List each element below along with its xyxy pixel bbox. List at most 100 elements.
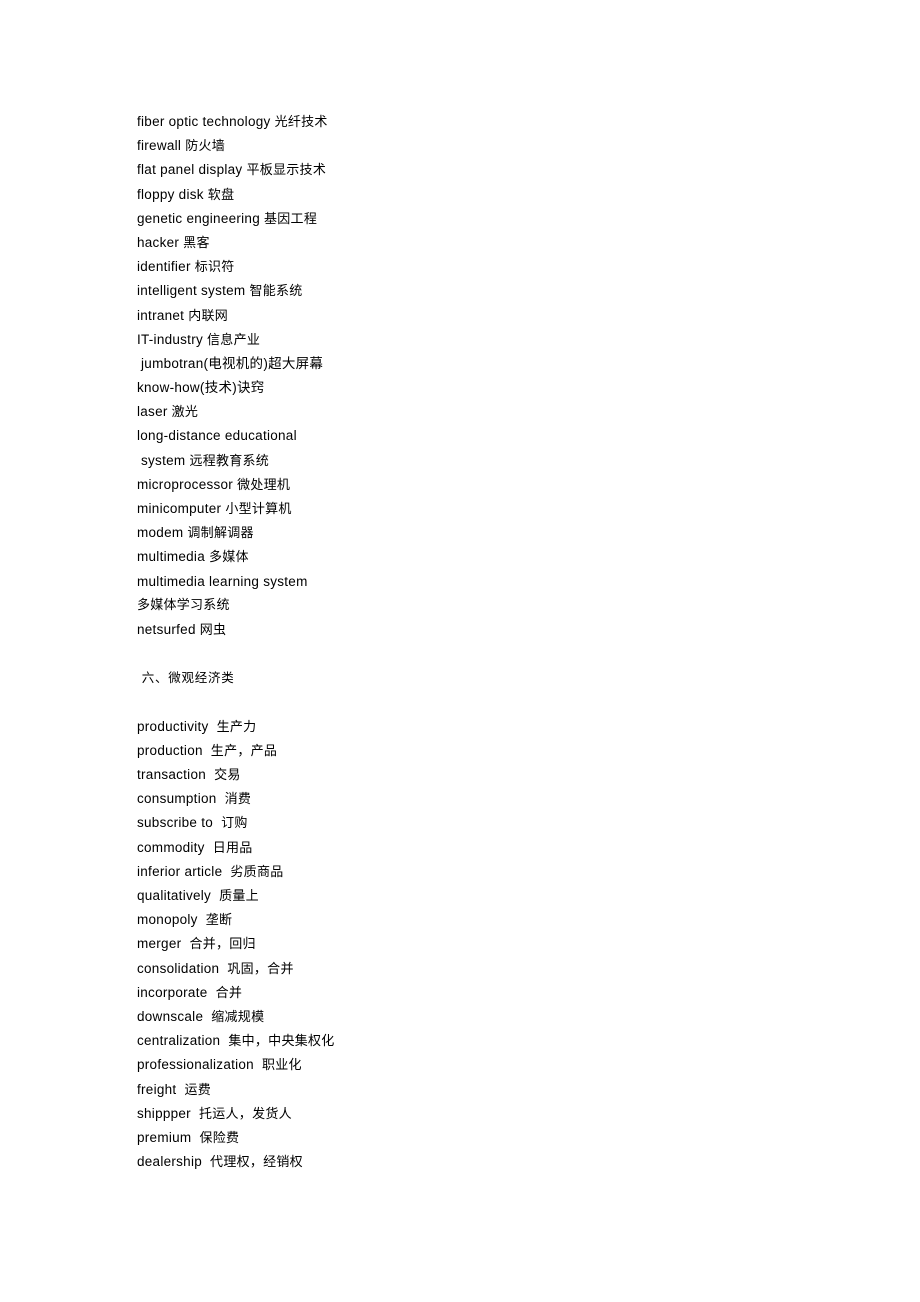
entry-gloss: 内联网 <box>188 308 229 324</box>
entry-term: firewall <box>137 138 182 154</box>
entry-term: multimedia <box>137 549 205 565</box>
vocabulary-entry: centralization 集中，中央集权化 <box>137 1029 777 1053</box>
entry-separator <box>217 791 225 806</box>
entry-gloss: 智能系统 <box>249 284 303 300</box>
entry-term: minicomputer <box>137 501 222 516</box>
entry-gloss: 保险费 <box>199 1130 240 1146</box>
entry-term: consolidation <box>137 960 220 976</box>
entry-gloss: 消费 <box>224 792 252 808</box>
entry-term: intelligent system <box>137 283 246 299</box>
vocabulary-entry: identifier 标识符 <box>137 255 777 279</box>
entry-gloss: 生产，产品 <box>210 743 278 759</box>
entry-separator <box>203 743 211 758</box>
vocabulary-entry: microprocessor 微处理机 <box>137 473 777 497</box>
vocabulary-entry: premium 保险费 <box>137 1126 777 1150</box>
vocabulary-entry: transaction 交易 <box>137 763 777 787</box>
entry-gloss: 代理权，经销权 <box>210 1155 303 1171</box>
entry-term: intranet <box>137 307 185 323</box>
section-heading: 六、微观经济类 <box>137 670 235 686</box>
entry-gloss: 缩减规模 <box>211 1009 265 1025</box>
vocabulary-entry: long-distance educational <box>137 424 777 448</box>
entry-gloss: 远程教育系统 <box>189 453 270 469</box>
entry-term: system <box>137 452 186 468</box>
vocabulary-entry: qualitatively 质量上 <box>137 884 777 908</box>
vocabulary-entry: laser 激光 <box>137 400 777 424</box>
entry-gloss: 日用品 <box>212 840 253 856</box>
entry-term: identifier <box>137 259 191 275</box>
entry-term: consumption <box>137 791 217 807</box>
entry-term: genetic engineering <box>137 210 260 226</box>
entry-term: downscale <box>137 1008 204 1024</box>
vocabulary-entry: modem 调制解调器 <box>137 521 777 545</box>
vocabulary-entry: minicomputer 小型计算机 <box>137 497 777 521</box>
entry-separator <box>208 985 216 1000</box>
vocabulary-entry: intranet 内联网 <box>137 304 777 328</box>
entry-term: multimedia learning system <box>137 573 308 589</box>
entry-separator <box>209 719 217 734</box>
vocabulary-list: fiber optic technology 光纤技术 firewall 防火墙 f… <box>137 110 777 1174</box>
entry-gloss: 质量上 <box>219 889 259 904</box>
entry-term: inferior article <box>137 863 223 879</box>
vocabulary-entry: inferior article 劣质商品 <box>137 860 777 884</box>
vocabulary-entry: freight 运费 <box>137 1078 777 1102</box>
vocabulary-entry: shippper 托运人，发货人 <box>137 1102 777 1126</box>
entry-term: qualitatively <box>137 888 212 903</box>
entry-gloss: 光纤技术 <box>274 115 328 130</box>
entry-gloss: 微处理机 <box>237 477 291 493</box>
entry-gloss: 集中，中央集权化 <box>228 1034 335 1050</box>
vocabulary-entry: flat panel display 平板显示技术 <box>137 158 777 182</box>
vocabulary-entry: productivity 生产力 <box>137 715 777 739</box>
entry-gloss: 合并，回归 <box>189 937 256 953</box>
vocabulary-entry: jumbotran(电视机的)超大屏幕 <box>137 352 777 376</box>
entry-separator <box>206 767 214 782</box>
entry-term: transaction <box>137 767 207 783</box>
vocabulary-entry: intelligent system 智能系统 <box>137 279 777 303</box>
vocabulary-entry: netsurfed 网虫 <box>137 618 777 642</box>
entry-separator <box>254 1057 262 1072</box>
entry-separator <box>213 815 221 830</box>
entry-term: hacker <box>137 234 180 250</box>
entry-term: incorporate <box>137 984 208 1000</box>
entry-term: dealership <box>137 1154 202 1170</box>
entry-gloss: 小型计算机 <box>225 502 292 517</box>
vocabulary-entry: floppy disk 软盘 <box>137 183 777 207</box>
entry-term: commodity <box>137 839 205 855</box>
entry-term: freight <box>137 1081 177 1097</box>
entry-term: shippper <box>137 1105 191 1121</box>
entry-term: professionalization <box>137 1057 254 1073</box>
vocabulary-entry: dealership 代理权，经销权 <box>137 1150 777 1174</box>
entry-gloss: 基因工程 <box>264 211 318 227</box>
entry-term: flat panel display <box>137 162 243 178</box>
vocabulary-entry: production 生产，产品 <box>137 739 777 763</box>
entry-gloss: 防火墙 <box>185 139 226 155</box>
entry-gloss: 调制解调器 <box>187 526 254 542</box>
entry-term: merger <box>137 936 182 952</box>
entry-gloss: 垄断 <box>205 913 233 929</box>
entry-term: laser <box>137 404 168 420</box>
vocabulary-entry: hacker 黑客 <box>137 231 777 255</box>
entry-term: jumbotran(电视机的)超大屏幕 <box>137 355 324 371</box>
vocabulary-entry: consolidation 巩固，合并 <box>137 957 777 981</box>
entry-separator <box>211 888 219 903</box>
entry-gloss: 网虫 <box>199 622 227 638</box>
vocabulary-entry: multimedia learning system <box>137 570 777 594</box>
vocabulary-entry: merger 合并，回归 <box>137 932 777 956</box>
vocabulary-entry: know-how(技术)诀窍 <box>137 376 777 400</box>
entry-gloss: 多媒体 <box>209 550 249 566</box>
entry-term: floppy disk <box>137 186 204 202</box>
entry-term: modem <box>137 525 184 541</box>
entry-gloss: 职业化 <box>262 1058 302 1074</box>
vocabulary-entry: downscale 缩减规模 <box>137 1005 777 1029</box>
entry-separator <box>198 912 206 927</box>
entry-term: premium <box>137 1129 192 1145</box>
entry-gloss: 订购 <box>221 816 248 832</box>
entry-term: know-how(技术)诀窍 <box>137 380 265 396</box>
entry-term: microprocessor <box>137 476 234 492</box>
entry-gloss: 生产力 <box>216 719 257 735</box>
entry-term: monopoly <box>137 912 198 928</box>
entry-gloss: 劣质商品 <box>230 864 284 880</box>
entry-separator <box>191 1106 199 1121</box>
entry-term: IT-industry <box>137 331 203 347</box>
